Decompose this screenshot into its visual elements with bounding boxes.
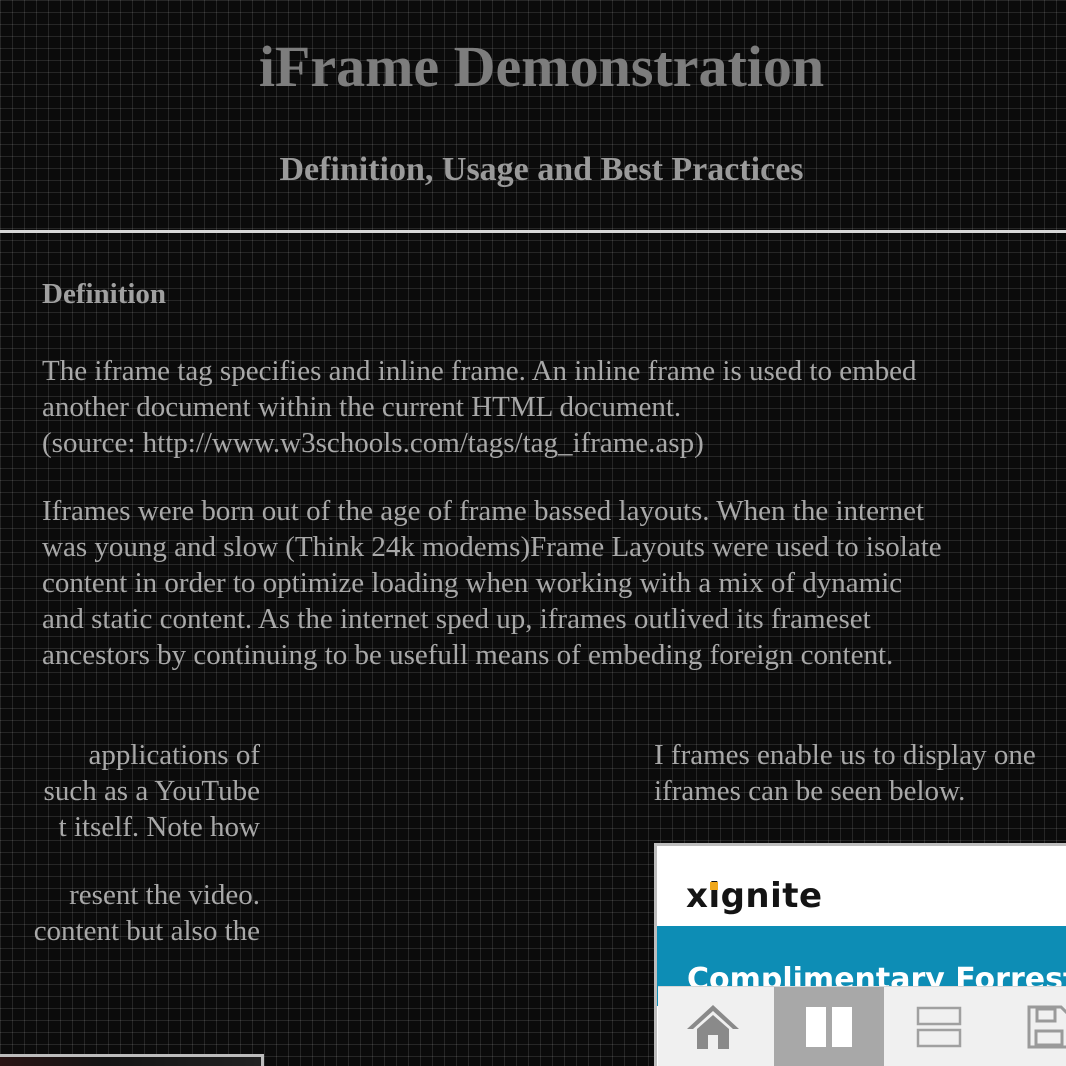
- right-text-line: iframes can be seen below.: [654, 775, 966, 807]
- left-text-line: such as a YouTube: [43, 775, 260, 807]
- home-button[interactable]: [658, 987, 768, 1066]
- right-text-line: I frames enable us to display one: [654, 739, 1036, 771]
- left-text-line: resent the video.: [69, 879, 260, 911]
- save-button[interactable]: [994, 987, 1066, 1066]
- home-icon: [687, 1005, 739, 1049]
- left-text-line: content but also the: [33, 915, 260, 947]
- layout-toolbar: [658, 986, 1066, 1066]
- youtube-usage-text: applications of such as a YouTube t itse…: [0, 737, 260, 949]
- save-icon: [1027, 1005, 1066, 1049]
- history-paragraph: Iframes were born out of the age of fram…: [42, 495, 942, 671]
- youtube-iframe[interactable]: [0, 1054, 264, 1066]
- iframe-usage-text: I frames enable us to display one iframe…: [654, 737, 1066, 809]
- logo-text-start: x: [686, 876, 709, 916]
- page-subtitle: Definition, Usage and Best Practices: [279, 151, 804, 188]
- left-text-line: applications of: [88, 739, 260, 771]
- logo-text-end: gnite: [720, 876, 823, 916]
- definition-paragraph: The iframe tag specifies and inline fram…: [42, 355, 917, 459]
- split-horizontal-button[interactable]: [884, 987, 994, 1066]
- split-vertical-icon: [806, 1007, 852, 1047]
- definition-heading: Definition: [42, 278, 167, 310]
- logo-text-i: i: [708, 876, 721, 916]
- embedded-header: xignite: [657, 846, 1066, 924]
- split-vertical-button[interactable]: [774, 987, 884, 1066]
- split-horizontal-icon: [916, 1006, 962, 1048]
- left-text-line: t itself. Note how: [58, 811, 260, 843]
- page-title: iFrame Demonstration: [258, 34, 825, 99]
- header-divider: [0, 230, 1066, 233]
- xignite-logo[interactable]: xignite: [686, 876, 823, 916]
